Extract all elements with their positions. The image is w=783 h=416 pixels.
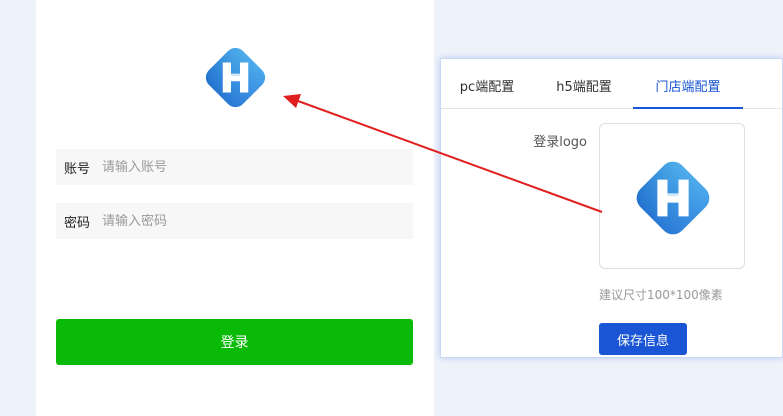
account-field: 账号 (56, 149, 413, 185)
h-brand-logo-icon (627, 152, 719, 244)
tab-store-config[interactable]: 门店端配置 (633, 59, 743, 109)
tab-pc-config[interactable]: pc端配置 (451, 59, 523, 107)
save-button[interactable]: 保存信息 (599, 323, 687, 355)
login-preview: 账号 密码 登录 (36, 0, 434, 416)
password-label: 密码 (64, 215, 91, 231)
login-logo-label: 登录logo (533, 135, 587, 150)
tab-h5-config[interactable]: h5端配置 (548, 59, 620, 107)
settings-panel: pc端配置 h5端配置 门店端配置 登录logo 建议尺寸100*100像素 保… (440, 58, 783, 358)
logo-upload-box[interactable] (599, 123, 745, 269)
size-hint: 建议尺寸100*100像素 (599, 288, 723, 302)
password-input[interactable] (102, 213, 382, 229)
config-tabs: pc端配置 h5端配置 门店端配置 (441, 59, 782, 109)
password-field: 密码 (56, 203, 413, 239)
h-brand-logo-icon (198, 40, 273, 115)
account-label: 账号 (64, 161, 91, 177)
account-input[interactable] (102, 159, 382, 175)
login-button[interactable]: 登录 (56, 319, 413, 365)
